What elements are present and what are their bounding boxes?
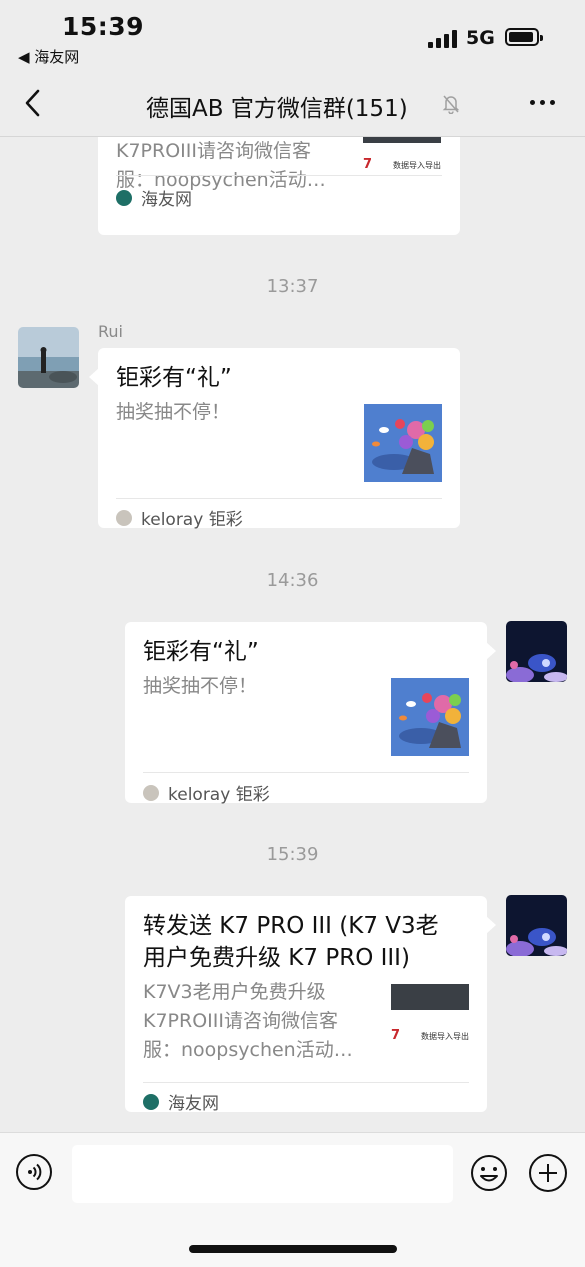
- avatar[interactable]: [18, 327, 79, 388]
- chat-header: 德国AB 官方微信群(151): [0, 70, 585, 137]
- link-card-thumbnail: 7 数据导入导出: [391, 984, 469, 1054]
- haiyou-logo-icon: [116, 189, 132, 206]
- link-card[interactable]: 钜彩有“礼” 抽奖抽不停！ keloray 钜彩: [125, 622, 496, 805]
- link-card-title: 转发送 K7 PRO III (K7 V3老 用户免费升级 K7 PRO III…: [143, 913, 439, 971]
- my-avatar[interactable]: [506, 895, 567, 956]
- timestamp: 14:36: [266, 570, 319, 591]
- status-bar: 15:39 ◀ 海友网 5G: [0, 0, 585, 70]
- link-card-source: 海友网: [143, 1089, 219, 1114]
- haiyou-logo-icon: [143, 1093, 159, 1110]
- plus-icon[interactable]: [529, 1154, 567, 1192]
- divider: [143, 1082, 469, 1083]
- chat-title: 德国AB 官方微信群(151): [146, 96, 408, 122]
- timestamp: 15:39: [266, 844, 319, 865]
- message-input[interactable]: [72, 1145, 453, 1203]
- sender-name: Rui: [98, 322, 123, 341]
- voice-icon[interactable]: [16, 1154, 52, 1190]
- bell-slash-icon: [442, 95, 460, 114]
- divider: [143, 772, 469, 773]
- link-card[interactable]: 转发送 K7 PRO III (K7 V3老 用户免费升级 K7 PRO III…: [125, 896, 496, 1114]
- link-card-thumbnail: 7 数据导入导出: [363, 137, 441, 175]
- keloray-logo-icon: [116, 509, 132, 526]
- back-to-app-link[interactable]: ◀ 海友网: [18, 46, 79, 67]
- link-card-source: 海友网: [116, 185, 192, 210]
- my-avatar[interactable]: [506, 621, 567, 682]
- divider: [116, 175, 442, 176]
- link-card-title: 钜彩有“礼”: [116, 365, 232, 391]
- message-list[interactable]: K7PROIII请咨询微信客 服：noopsychen活动… 7 数据导入导出 …: [0, 137, 585, 1132]
- more-dots-icon[interactable]: [528, 92, 558, 112]
- emoji-icon[interactable]: [470, 1154, 508, 1192]
- link-card-desc: 抽奖抽不停！: [143, 675, 258, 697]
- status-time: 15:39: [62, 12, 145, 41]
- battery-icon: [505, 28, 543, 46]
- link-card-thumbnail: [364, 404, 442, 482]
- link-card-partial[interactable]: K7PROIII请咨询微信客 服：noopsychen活动… 7 数据导入导出 …: [98, 137, 460, 235]
- link-card-desc: 抽奖抽不停！: [116, 401, 231, 423]
- network-type: 5G: [466, 27, 495, 49]
- link-card-title: 钜彩有“礼”: [143, 639, 259, 665]
- keloray-logo-icon: [143, 784, 159, 801]
- home-indicator: [189, 1245, 397, 1253]
- divider: [116, 498, 442, 499]
- link-card[interactable]: 钜彩有“礼” 抽奖抽不停！ keloray 钜彩: [89, 348, 460, 530]
- timestamp: 13:37: [266, 276, 319, 297]
- link-card-thumbnail: [391, 678, 469, 756]
- link-card-desc: K7V3老用户免费升级 K7PROIII请咨询微信客 服：noopsychen活…: [143, 981, 353, 1061]
- chevron-left-icon[interactable]: [20, 88, 48, 118]
- link-card-source: keloray 钜彩: [143, 780, 270, 805]
- signal-icon: [428, 30, 458, 48]
- link-card-source: keloray 钜彩: [116, 505, 243, 530]
